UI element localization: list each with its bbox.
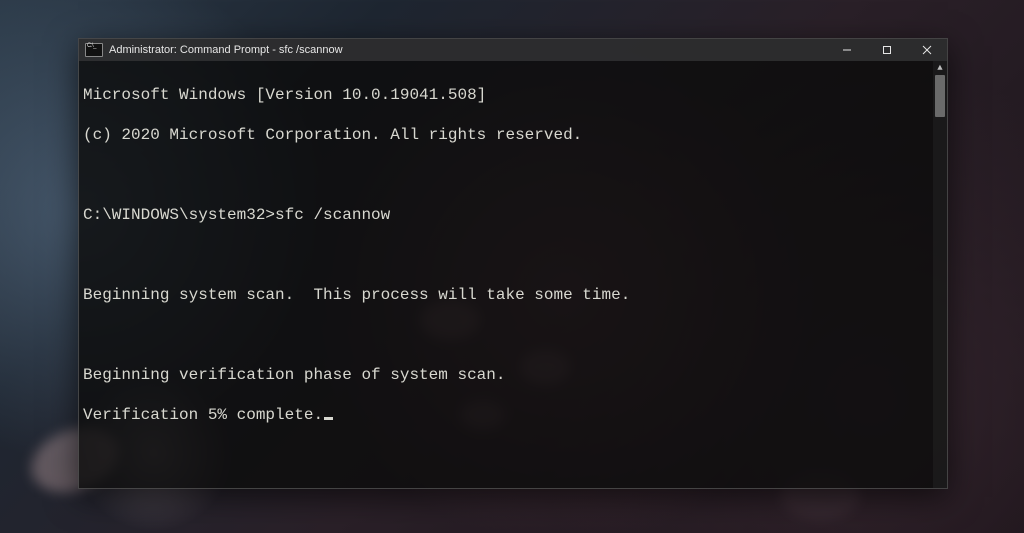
version-line: Microsoft Windows [Version 10.0.19041.50… [83, 85, 931, 105]
close-icon [922, 45, 932, 55]
scroll-thumb[interactable] [935, 75, 945, 117]
entered-command: sfc /scannow [275, 205, 390, 225]
scroll-up-arrow-icon[interactable]: ▲ [933, 61, 947, 75]
prompt-text: C:\WINDOWS\system32> [83, 205, 275, 225]
copyright-line: (c) 2020 Microsoft Corporation. All righ… [83, 125, 931, 145]
begin-scan-line: Beginning system scan. This process will… [83, 285, 931, 305]
desktop-background: Administrator: Command Prompt - sfc /sca… [0, 0, 1024, 533]
minimize-icon [842, 45, 852, 55]
minimize-button[interactable] [827, 39, 867, 61]
blank-line [83, 165, 931, 185]
window-controls [827, 39, 947, 61]
window-titlebar[interactable]: Administrator: Command Prompt - sfc /sca… [79, 39, 947, 61]
cmd-icon [85, 43, 103, 57]
terminal-output[interactable]: Microsoft Windows [Version 10.0.19041.50… [79, 61, 933, 488]
text-cursor [324, 417, 333, 420]
window-client-area: Microsoft Windows [Version 10.0.19041.50… [79, 61, 947, 488]
blank-line [83, 325, 931, 345]
command-prompt-window: Administrator: Command Prompt - sfc /sca… [78, 38, 948, 489]
maximize-icon [882, 45, 892, 55]
prompt-line: C:\WINDOWS\system32>sfc /scannow [83, 205, 931, 225]
window-title: Administrator: Command Prompt - sfc /sca… [109, 44, 827, 56]
close-button[interactable] [907, 39, 947, 61]
progress-text: Verification 5% complete. [83, 406, 323, 424]
blank-line [83, 245, 931, 265]
progress-line: Verification 5% complete. [83, 405, 931, 425]
begin-verify-line: Beginning verification phase of system s… [83, 365, 931, 385]
maximize-button[interactable] [867, 39, 907, 61]
vertical-scrollbar[interactable]: ▲ [933, 61, 947, 488]
